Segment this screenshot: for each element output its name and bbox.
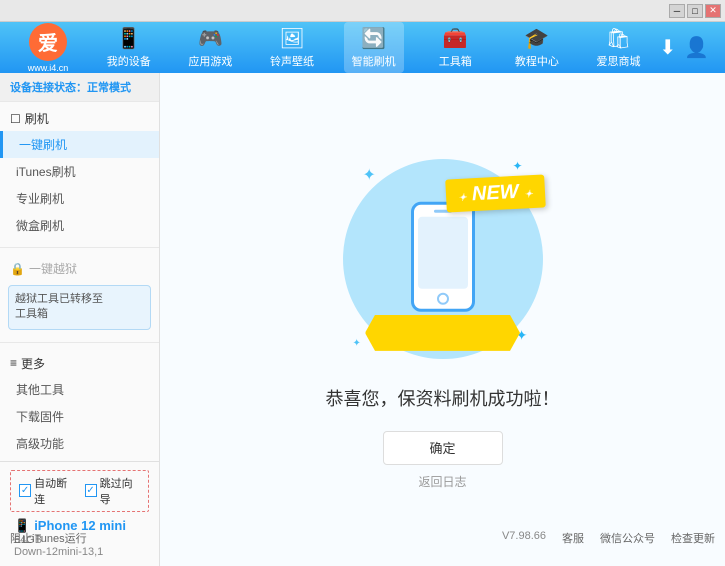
- sidebar-item-advanced[interactable]: 高级功能: [0, 430, 159, 457]
- status-label: 设备连接状态：: [10, 82, 87, 94]
- nav-store-label: 爱思商城: [596, 53, 640, 69]
- maximize-button[interactable]: □: [687, 4, 703, 18]
- nav-store-icon: 🛍: [606, 26, 631, 51]
- nav-apps-icon: 🎮: [198, 26, 223, 51]
- ribbon: [365, 315, 520, 351]
- sidebar-item-pro-flash[interactable]: 专业刷机: [0, 185, 159, 212]
- auto-disconnect-label: 自动断连: [34, 475, 74, 507]
- sidebar-item-download-firmware[interactable]: 下载固件: [0, 403, 159, 430]
- sidebar-bottom: 自动断连 跳过向导 📱 iPhone 12 mini 64GB Down-12m…: [0, 461, 159, 566]
- auto-disconnect-check-icon: [19, 484, 31, 497]
- nav-tutorial-icon: 🎓: [524, 26, 549, 51]
- sidebar-section-jailbreak: 🔒 一键越狱 越狱工具已转移至工具箱: [0, 252, 159, 338]
- app-window: 爱 www.i4.cn 📱 我的设备 🎮 应用游戏 🖼 铃声壁纸 🔄 智能刷机: [0, 22, 725, 523]
- nav-smart-flash-label: 智能刷机: [352, 53, 396, 69]
- nav-right-actions: ⬇ 👤: [659, 35, 717, 60]
- nav-smart-flash-icon: 🔄: [361, 26, 386, 51]
- sidebar-jailbreak-header: 🔒 一键越狱: [0, 256, 159, 281]
- update-link[interactable]: 检查更新: [671, 530, 715, 546]
- jailbreak-label: 一键越狱: [29, 260, 77, 277]
- support-link[interactable]: 客服: [562, 530, 584, 546]
- success-message: 恭喜您，保资料刷机成功啦！: [326, 385, 560, 411]
- nav-toolbox-icon: 🧰: [443, 26, 468, 51]
- return-link[interactable]: 返回日志: [418, 473, 466, 490]
- divider-2: [0, 342, 159, 343]
- nav-tutorial-label: 教程中心: [515, 53, 559, 69]
- user-button[interactable]: 👤: [684, 35, 709, 60]
- nav-wallpaper-label: 铃声壁纸: [270, 53, 314, 69]
- status-bar: 设备连接状态：正常模式: [0, 73, 159, 102]
- nav-wallpaper[interactable]: 🖼 铃声壁纸: [262, 22, 322, 73]
- sidebar-flash-header: ☐ 刷机: [0, 106, 159, 131]
- sidebar-item-micro-flash[interactable]: 微盒刷机: [0, 212, 159, 239]
- confirm-button[interactable]: 确定: [383, 431, 503, 465]
- device-model: Down-12mini-13,1: [14, 546, 149, 558]
- sidebar-item-one-key-flash[interactable]: 一键刷机: [0, 131, 159, 158]
- nav-my-device-icon: 📱: [116, 26, 141, 51]
- sidebar-section-flash: ☐ 刷机 一键刷机 iTunes刷机 专业刷机 微盒刷机: [0, 102, 159, 243]
- nav-wallpaper-icon: 🖼: [279, 26, 304, 51]
- auto-disconnect-checkbox[interactable]: 自动断连: [19, 475, 75, 507]
- nav-apps[interactable]: 🎮 应用游戏: [180, 22, 240, 73]
- minimize-button[interactable]: ─: [669, 4, 685, 18]
- download-button[interactable]: ⬇: [659, 35, 676, 60]
- nav-toolbox-label: 工具箱: [439, 53, 472, 69]
- title-bar: ─ □ ✕: [0, 0, 725, 22]
- more-section-icon: ≡: [10, 356, 17, 370]
- nav-items: 📱 我的设备 🎮 应用游戏 🖼 铃声壁纸 🔄 智能刷机 🧰 工具箱 🎓: [88, 22, 659, 73]
- sidebar: 设备连接状态：正常模式 ☐ 刷机 一键刷机 iTunes刷机 专业刷机 微盒刷机…: [0, 73, 160, 566]
- nav-smart-flash[interactable]: 🔄 智能刷机: [344, 22, 404, 73]
- nav-apps-label: 应用游戏: [188, 53, 232, 69]
- logo-icon: 爱: [29, 23, 67, 61]
- sparkle-3: ✦: [353, 338, 361, 349]
- version-label: V7.98.66: [502, 530, 546, 546]
- new-badge-star-left: ✦: [458, 192, 467, 203]
- new-badge: ✦ NEW ✦: [445, 174, 545, 212]
- top-nav: 爱 www.i4.cn 📱 我的设备 🎮 应用游戏 🖼 铃声壁纸 🔄 智能刷机: [0, 22, 725, 73]
- sidebar-more-header: ≡ 更多: [0, 351, 159, 376]
- main-content: ✦ ✦ ✦ ✦ ✦ NEW ✦: [160, 73, 725, 566]
- flash-section-icon: ☐: [10, 112, 21, 126]
- stop-itunes-button[interactable]: 阻止iTunes运行: [10, 530, 87, 546]
- illustration: ✦ ✦ ✦ ✦ ✦ NEW ✦: [333, 149, 553, 369]
- jailbreak-info-text: 越狱工具已转移至工具箱: [15, 293, 103, 320]
- status-value: 正常模式: [87, 82, 131, 94]
- nav-store[interactable]: 🛍 爱思商城: [588, 22, 648, 73]
- footer-right: V7.98.66 客服 微信公众号 检查更新: [502, 530, 715, 546]
- sidebar-section-more: ≡ 更多 其他工具 下载固件 高级功能: [0, 347, 159, 461]
- new-badge-star-right: ✦: [524, 189, 533, 200]
- sparkle-2: ✦: [512, 159, 522, 173]
- jailbreak-lock-icon: 🔒: [10, 262, 25, 276]
- sidebar-item-itunes-flash[interactable]: iTunes刷机: [0, 158, 159, 185]
- wechat-link[interactable]: 微信公众号: [600, 530, 655, 546]
- nav-tutorial[interactable]: 🎓 教程中心: [507, 22, 567, 73]
- skip-wizard-check-icon: [85, 484, 97, 497]
- logo-url: www.i4.cn: [28, 63, 69, 73]
- new-badge-text: NEW: [471, 181, 519, 205]
- nav-my-device[interactable]: 📱 我的设备: [99, 22, 159, 73]
- divider-1: [0, 247, 159, 248]
- skip-wizard-label: 跳过向导: [100, 475, 140, 507]
- phone-screen: [418, 217, 468, 289]
- more-section-label: 更多: [21, 355, 45, 372]
- skip-wizard-checkbox[interactable]: 跳过向导: [85, 475, 141, 507]
- jailbreak-info-box: 越狱工具已转移至工具箱: [8, 285, 151, 330]
- logo-area: 爱 www.i4.cn: [8, 23, 88, 73]
- close-button[interactable]: ✕: [705, 4, 721, 18]
- nav-toolbox[interactable]: 🧰 工具箱: [425, 22, 485, 73]
- sidebar-item-other-tools[interactable]: 其他工具: [0, 376, 159, 403]
- flash-section-label: 刷机: [25, 110, 49, 127]
- nav-my-device-label: 我的设备: [107, 53, 151, 69]
- phone-home-button: [437, 293, 449, 305]
- phone-device: [411, 202, 475, 312]
- body: 设备连接状态：正常模式 ☐ 刷机 一键刷机 iTunes刷机 专业刷机 微盒刷机…: [0, 73, 725, 566]
- sparkle-1: ✦: [363, 165, 376, 185]
- checkbox-group: 自动断连 跳过向导: [10, 470, 149, 512]
